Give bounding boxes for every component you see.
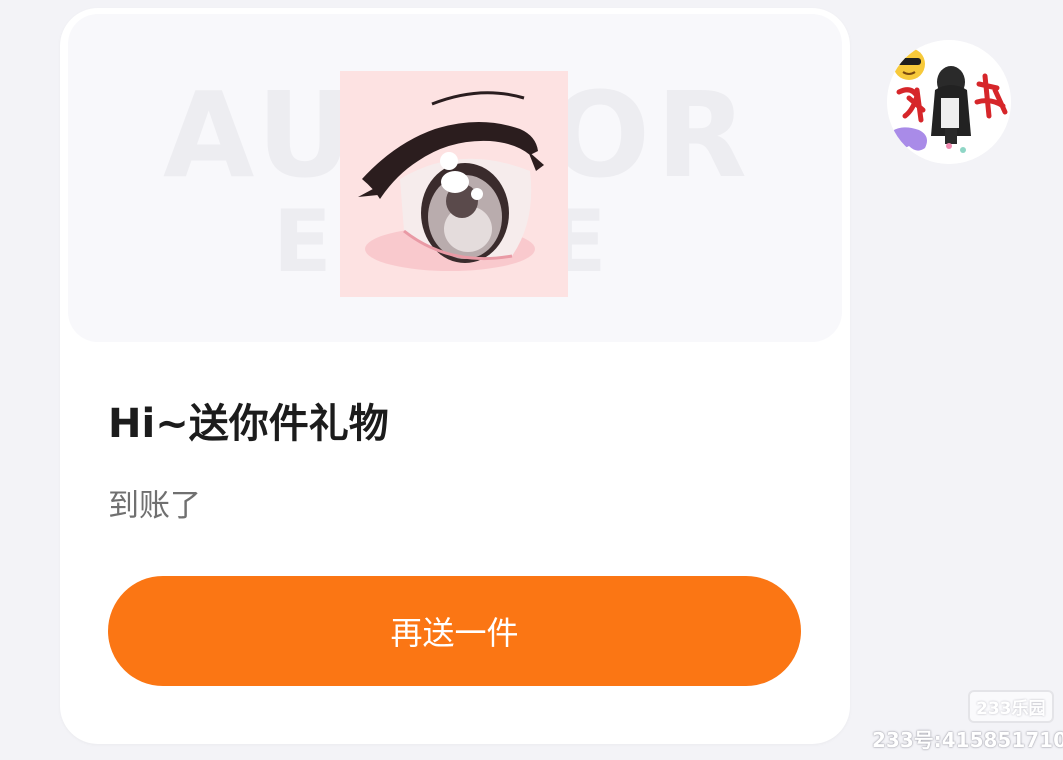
user-id-watermark: 233号:415851710	[872, 728, 1063, 752]
gift-title: Hi~送你件礼物	[108, 401, 389, 447]
user-avatar-icon[interactable]	[887, 40, 1011, 164]
send-again-button[interactable]: 再送一件	[108, 576, 801, 686]
anime-eye-icon	[340, 71, 568, 297]
gift-card: AUTHOR ESHRE	[60, 8, 850, 744]
gift-received-screen: AUTHOR ESHRE	[0, 0, 1063, 760]
gift-banner: AUTHOR ESHRE	[68, 14, 842, 342]
site-logo: 233乐园	[968, 690, 1054, 723]
gift-subtitle: 到账了	[108, 488, 201, 524]
